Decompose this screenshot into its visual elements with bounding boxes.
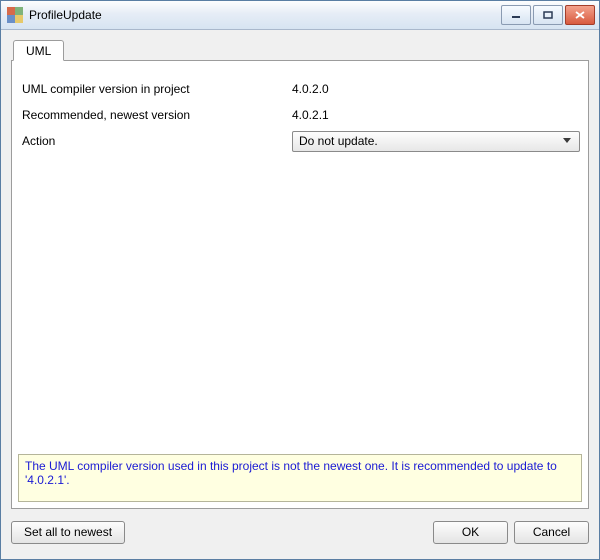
maximize-icon — [543, 11, 553, 19]
recommended-version-label: Recommended, newest version — [22, 108, 292, 122]
minimize-button[interactable] — [501, 5, 531, 25]
info-message: The UML compiler version used in this pr… — [18, 454, 582, 502]
button-label: OK — [462, 525, 479, 539]
row-action: Action Do not update. — [22, 129, 580, 153]
tab-container: UML UML compiler version in project 4.0.… — [11, 38, 589, 509]
window-controls — [501, 5, 595, 25]
tab-panel: UML compiler version in project 4.0.2.0 … — [11, 60, 589, 509]
tab-uml[interactable]: UML — [13, 40, 64, 61]
ok-button[interactable]: OK — [433, 521, 508, 544]
button-bar: Set all to newest OK Cancel — [11, 509, 589, 549]
form-area: UML compiler version in project 4.0.2.0 … — [12, 61, 588, 163]
client-area: UML UML compiler version in project 4.0.… — [1, 30, 599, 559]
chevron-down-icon — [561, 138, 573, 144]
set-all-to-newest-button[interactable]: Set all to newest — [11, 521, 125, 544]
current-version-value: 4.0.2.0 — [292, 82, 580, 96]
recommended-version-value: 4.0.2.1 — [292, 108, 580, 122]
minimize-icon — [511, 11, 521, 19]
cancel-button[interactable]: Cancel — [514, 521, 589, 544]
app-icon — [7, 7, 23, 23]
close-button[interactable] — [565, 5, 595, 25]
current-version-label: UML compiler version in project — [22, 82, 292, 96]
tab-strip: UML — [11, 38, 589, 60]
dialog-window: ProfileUpdate UML UML c — [0, 0, 600, 560]
action-label: Action — [22, 134, 292, 148]
row-current-version: UML compiler version in project 4.0.2.0 — [22, 77, 580, 101]
button-label: Set all to newest — [24, 525, 112, 539]
window-title: ProfileUpdate — [29, 8, 102, 22]
maximize-button[interactable] — [533, 5, 563, 25]
action-dropdown-value: Do not update. — [299, 134, 561, 148]
titlebar: ProfileUpdate — [1, 1, 599, 30]
button-label: Cancel — [533, 525, 570, 539]
close-icon — [575, 11, 585, 19]
action-dropdown[interactable]: Do not update. — [292, 131, 580, 152]
row-recommended-version: Recommended, newest version 4.0.2.1 — [22, 103, 580, 127]
tab-label: UML — [26, 44, 51, 58]
